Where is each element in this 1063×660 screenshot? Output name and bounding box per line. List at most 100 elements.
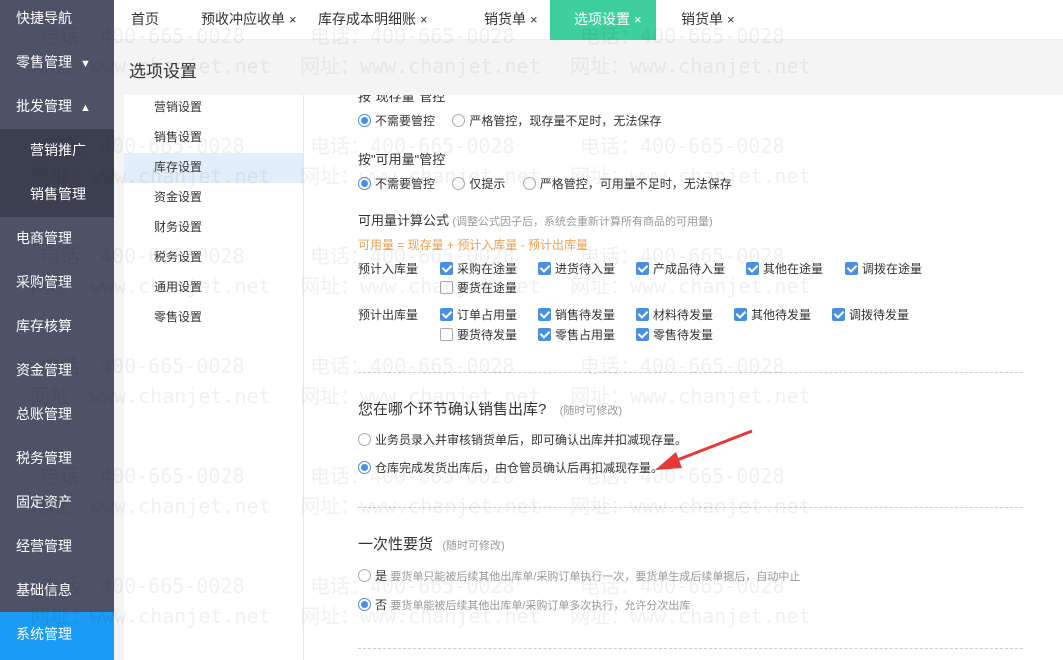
radio-icon: [452, 177, 466, 190]
tab-prepaid-offset[interactable]: 预收冲应收单 ×: [201, 0, 297, 40]
checkbox-checked-icon: [636, 262, 649, 275]
checkbox-label: 要货待发量: [457, 328, 518, 342]
checkbox-checked-icon: [538, 328, 551, 341]
checkbox-option[interactable]: 进货待入量: [538, 260, 615, 277]
tab-sales-order[interactable]: 销货单 ×: [484, 0, 538, 40]
checkbox-option[interactable]: 调拨待发量: [832, 306, 909, 323]
checkbox-label: 销售待发量: [555, 308, 616, 322]
tab-options[interactable]: 选项设置 ×: [550, 0, 656, 40]
tab-label: 选项设置: [574, 11, 630, 27]
close-icon[interactable]: ×: [727, 12, 735, 27]
checkbox-option[interactable]: 其他待发量: [734, 306, 811, 323]
checkbox-option[interactable]: 零售占用量: [538, 326, 615, 343]
sidebar-item-basic-info[interactable]: 基础信息: [0, 572, 114, 616]
close-icon[interactable]: ×: [289, 12, 297, 27]
checkbox-label: 调拨待发量: [849, 308, 910, 322]
checkbox-option[interactable]: 其他在途量: [746, 260, 823, 277]
radio-one-time-yes[interactable]: 是: [358, 569, 387, 583]
settings-menu-item[interactable]: 营销设置: [124, 93, 303, 123]
sidebar-item-fixed-assets[interactable]: 固定资产: [0, 484, 114, 528]
sidebar-item-operations[interactable]: 经营管理: [0, 528, 114, 572]
sidebar-item-sales[interactable]: 销售管理: [0, 176, 114, 216]
option-label: 是: [375, 569, 388, 583]
checkbox-option[interactable]: 要货在途量: [440, 279, 517, 296]
close-icon[interactable]: ×: [420, 12, 428, 27]
close-icon[interactable]: ×: [634, 12, 642, 27]
checkbox-option[interactable]: 要货待发量: [440, 326, 517, 343]
sidebar-item-system[interactable]: 系统管理: [0, 612, 114, 660]
sidebar-item-label: 固定资产: [16, 494, 72, 510]
sidebar-item-label: 税务管理: [16, 450, 72, 466]
settings-menu-item[interactable]: 资金设置: [124, 183, 303, 213]
radio-no-control[interactable]: 不需要管控: [358, 177, 435, 191]
settings-menu-item[interactable]: 销售设置: [124, 123, 303, 153]
option-label: 严格管控，可用量不足时，无法保存: [539, 177, 732, 191]
option-description: 要货单只能被后续其他出库单/采购订单执行一次，要货单生成后续单据后，自动中止: [390, 571, 801, 583]
divider: [114, 95, 124, 660]
sidebar-item-funds[interactable]: 资金管理: [0, 352, 114, 396]
sidebar-item-label: 总账管理: [16, 406, 72, 422]
formula-note: (调整公式因子后，系统会重新计算所有商品的可用量): [452, 216, 713, 228]
checkbox-checked-icon: [832, 308, 845, 321]
divider: [358, 648, 1023, 649]
settings-menu-item-active[interactable]: 库存设置: [124, 153, 303, 183]
tab-inventory-cost[interactable]: 库存成本明细账 ×: [318, 0, 428, 40]
tab-bar: 首页 预收冲应收单 × 库存成本明细账 × 销货单 × 选项设置 × 销货单 ×: [114, 0, 1063, 40]
sidebar-item-ledger[interactable]: 总账管理: [0, 396, 114, 440]
checkbox-option[interactable]: 调拨在途量: [845, 260, 922, 277]
sidebar-item-retail[interactable]: 零售管理 ▼: [0, 44, 114, 88]
checkbox-checked-icon: [845, 262, 858, 275]
tab-label: 销货单: [681, 11, 723, 27]
sidebar: 快捷导航 零售管理 ▼ 批发管理 ▲ 营销推广 销售管理 电商管理 采购管理 库存核…: [0, 0, 114, 660]
option-label: 仅提示: [469, 177, 506, 191]
checkbox-option[interactable]: 订单占用量: [440, 306, 517, 323]
checkbox-label: 其他待发量: [751, 308, 812, 322]
checkbox-option[interactable]: 产成品待入量: [636, 260, 725, 277]
checkbox-checked-icon: [538, 262, 551, 275]
settings-menu-item[interactable]: 零售设置: [124, 303, 303, 333]
option-label: 不需要管控: [375, 114, 436, 128]
tab-label: 库存成本明细账: [318, 11, 416, 27]
radio-icon: [358, 598, 371, 611]
checkbox-option[interactable]: 材料待发量: [636, 306, 713, 323]
page-header: 选项设置: [114, 40, 1063, 95]
stock-control-title: 按"现存量"管控: [358, 95, 446, 104]
checkbox-label: 订单占用量: [457, 308, 518, 322]
sidebar-item-ecommerce[interactable]: 电商管理: [0, 220, 114, 264]
sidebar-item-tax[interactable]: 税务管理: [0, 440, 114, 484]
one-time-title: 一次性要货: [358, 536, 434, 553]
sidebar-item-label: 经营管理: [16, 538, 72, 554]
radio-hint-only[interactable]: 仅提示: [452, 177, 505, 191]
radio-confirm-on-approve[interactable]: 业务员录入并审核销货单后，即可确认出库并扣减现存量。: [358, 433, 687, 447]
sidebar-item-marketing[interactable]: 营销推广: [0, 132, 114, 176]
radio-one-time-no[interactable]: 否: [358, 598, 387, 612]
close-icon[interactable]: ×: [530, 12, 538, 27]
tab-sales-order-2[interactable]: 销货单 ×: [681, 0, 735, 40]
checkbox-checked-icon: [734, 308, 747, 321]
option-label: 仓库完成发货出库后，由仓管员确认后再扣减现存量。: [375, 461, 664, 475]
settings-menu: 营销设置 销售设置 库存设置 资金设置 财务设置 税务设置 通用设置 零售设置: [124, 95, 304, 660]
inbound-label: 预计入库量: [358, 262, 419, 276]
radio-confirm-by-warehouse[interactable]: 仓库完成发货出库后，由仓管员确认后再扣减现存量。: [358, 461, 663, 475]
sidebar-item-inventory[interactable]: 库存核算: [0, 308, 114, 352]
checkbox-checked-icon: [636, 328, 649, 341]
checkbox-option[interactable]: 采购在途量: [440, 260, 517, 277]
tab-label: 销货单: [484, 11, 526, 27]
checkbox-label: 其他在途量: [763, 262, 824, 276]
checkbox-option[interactable]: 零售待发量: [636, 326, 713, 343]
checkbox-unchecked-icon: [440, 281, 453, 294]
radio-strict-control[interactable]: 严格管控，可用量不足时，无法保存: [522, 177, 732, 191]
settings-menu-item[interactable]: 财务设置: [124, 213, 303, 243]
sidebar-item-purchase[interactable]: 采购管理: [0, 264, 114, 308]
formula-expression: 可用量 = 现存量 + 预计入库量 - 预计出库量: [358, 238, 589, 252]
sidebar-item-wholesale[interactable]: 批发管理 ▲: [0, 88, 114, 132]
tab-home[interactable]: 首页: [131, 0, 159, 40]
radio-no-control[interactable]: 不需要管控: [358, 114, 435, 128]
sidebar-item-label: 销售管理: [30, 186, 86, 202]
sidebar-item-quick-nav[interactable]: 快捷导航: [0, 0, 114, 44]
radio-strict-control[interactable]: 严格管控，现存量不足时，无法保存: [452, 114, 661, 128]
radio-icon: [358, 177, 371, 190]
settings-menu-item[interactable]: 通用设置: [124, 273, 303, 303]
settings-menu-item[interactable]: 税务设置: [124, 243, 303, 273]
checkbox-option[interactable]: 销售待发量: [538, 306, 615, 323]
